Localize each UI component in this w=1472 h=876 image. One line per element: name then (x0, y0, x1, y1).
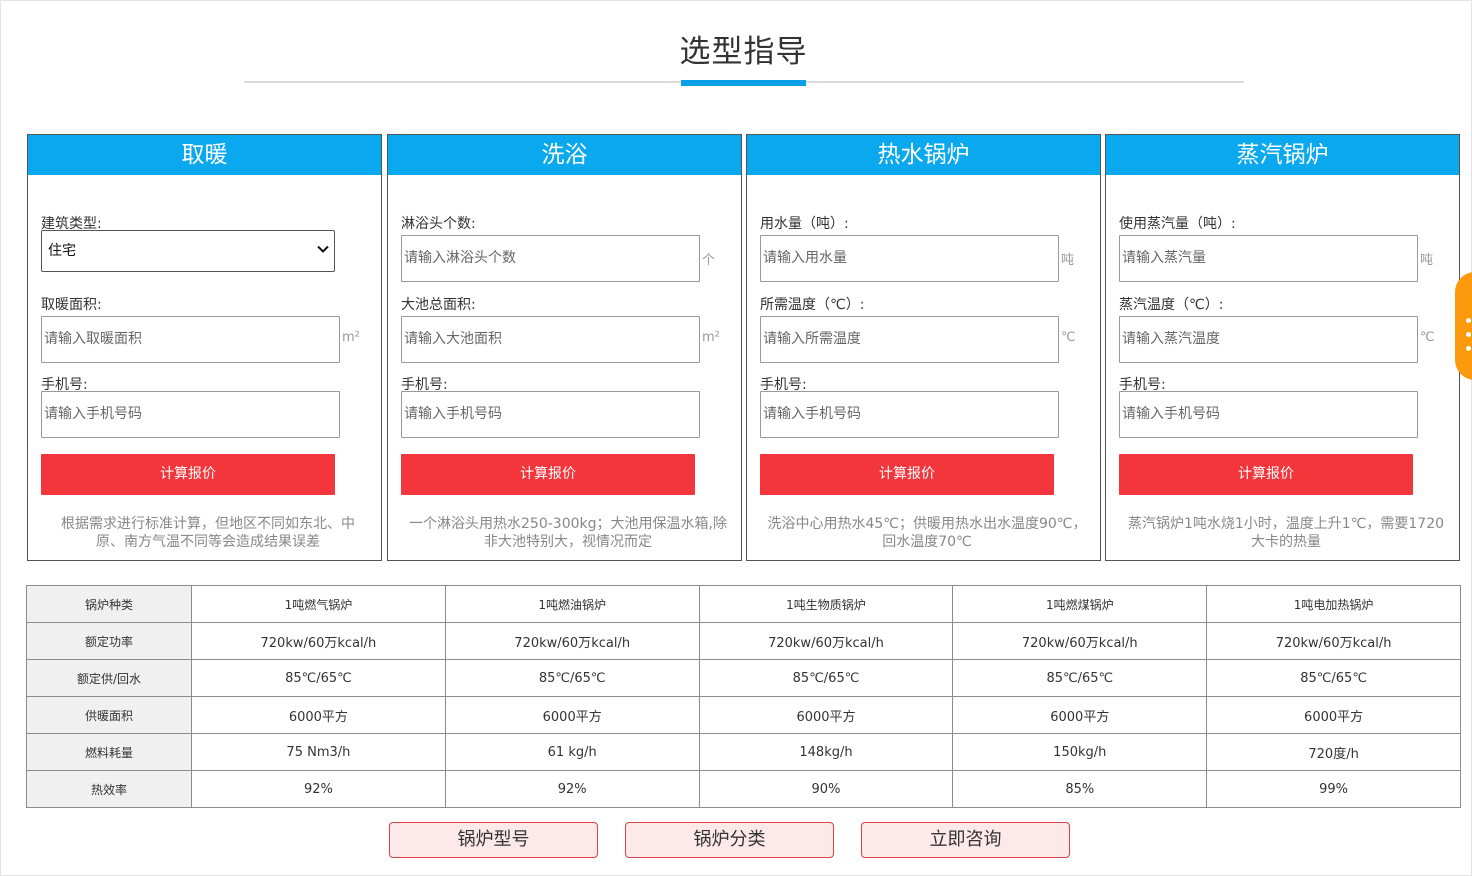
consult-now-button[interactable]: 立即咨询 (861, 822, 1070, 858)
boiler-categories-button[interactable]: 锅炉分类 (625, 822, 834, 858)
row-header: 额定供/回水 (26, 659, 192, 697)
pool-area-input[interactable]: 请输入大池面积 (401, 316, 700, 363)
heating-area-input[interactable]: 请输入取暖面积 (41, 316, 340, 363)
table-cell: 85℃/65℃ (1206, 659, 1461, 697)
table-cell: 85℃/65℃ (952, 659, 1208, 697)
steam-volume-unit: 吨 (1420, 253, 1434, 268)
card-steam-boiler: 蒸汽锅炉 使用蒸汽量（吨）: 请输入蒸汽量 吨 蒸汽温度（℃）: 请输入蒸汽温度… (1105, 134, 1460, 561)
table-cell: 6000平方 (698, 696, 954, 734)
pool-area-label: 大池总面积: (401, 297, 476, 313)
steam-temp-unit: ℃ (1420, 330, 1435, 345)
floating-contact-widget[interactable] (1455, 272, 1472, 380)
required-temp-input[interactable]: 请输入所需温度 (760, 316, 1059, 363)
table-cell: 6000平方 (444, 696, 700, 734)
card-note: 一个淋浴头用热水250-300kg；大池用保温水箱,除非大池特别大，视情况而定 (409, 516, 727, 550)
steam-temp-label: 蒸汽温度（℃）: (1119, 297, 1224, 313)
table-row: 额定供/回水 85℃/65℃ 85℃/65℃ 85℃/65℃ 85℃/65℃ 8… (26, 659, 1461, 697)
card-note: 洗浴中心用热水45℃；供暖用热水出水温度90℃，回水温度70℃ (767, 516, 1087, 550)
table-cell: 720kw/60万kcal/h (191, 622, 446, 660)
phone-input[interactable]: 请输入手机号码 (41, 391, 340, 438)
table-cell: 720度/h (1206, 733, 1461, 771)
title-accent-bar (681, 80, 806, 86)
table-cell: 85℃/65℃ (444, 659, 700, 697)
card-header: 蒸汽锅炉 (1106, 135, 1459, 175)
card-header: 热水锅炉 (747, 135, 1100, 175)
table-cell: 1吨电加热锅炉 (1206, 585, 1461, 623)
table-cell: 6000平方 (191, 696, 446, 734)
steam-temp-input[interactable]: 请输入蒸汽温度 (1119, 316, 1418, 363)
table-cell: 99% (1206, 770, 1461, 808)
dot-icon (1466, 332, 1471, 337)
phone-input[interactable]: 请输入手机号码 (401, 391, 700, 438)
water-volume-label: 用水量（吨）: (760, 216, 849, 232)
table-cell: 75 Nm3/h (191, 733, 446, 771)
table-row: 锅炉种类 1吨燃气锅炉 1吨燃油锅炉 1吨生物质锅炉 1吨燃煤锅炉 1吨电加热锅… (26, 585, 1461, 623)
dot-icon (1466, 346, 1471, 351)
shower-count-unit: 个 (702, 253, 716, 268)
table-row: 供暖面积 6000平方 6000平方 6000平方 6000平方 6000平方 (26, 696, 1461, 734)
card-header: 洗浴 (388, 135, 741, 175)
row-header: 热效率 (26, 770, 192, 808)
table-cell: 92% (191, 770, 446, 808)
table-row: 燃料耗量 75 Nm3/h 61 kg/h 148kg/h 150kg/h 72… (26, 733, 1461, 771)
steam-volume-input[interactable]: 请输入蒸汽量 (1119, 235, 1418, 282)
table-cell: 61 kg/h (444, 733, 700, 771)
card-note: 蒸汽锅炉1吨水烧1小时，温度上升1℃，需要1720大卡的热量 (1127, 516, 1445, 550)
chevron-down-icon (317, 245, 329, 253)
table-row: 额定功率 720kw/60万kcal/h 720kw/60万kcal/h 720… (26, 622, 1461, 660)
required-temp-unit: ℃ (1061, 330, 1076, 345)
table-cell: 6000平方 (952, 696, 1208, 734)
shower-count-input[interactable]: 请输入淋浴头个数 (401, 235, 700, 282)
water-volume-input[interactable]: 请输入用水量 (760, 235, 1059, 282)
table-cell: 85℃/65℃ (698, 659, 954, 697)
card-header: 取暖 (28, 135, 381, 175)
table-cell: 720kw/60万kcal/h (1206, 622, 1461, 660)
heating-area-unit: m² (342, 330, 360, 345)
card-bathing: 洗浴 淋浴头个数: 请输入淋浴头个数 个 大池总面积: 请输入大池面积 m² 手… (387, 134, 742, 561)
water-volume-unit: 吨 (1061, 253, 1075, 268)
table-cell: 85% (952, 770, 1208, 808)
calculate-quote-button[interactable]: 计算报价 (760, 454, 1054, 495)
heating-area-label: 取暖面积: (41, 297, 102, 313)
card-note: 根据需求进行标准计算，但地区不同如东北、中原、南方气温不同等会造成结果误差 (61, 516, 355, 550)
card-hot-water-boiler: 热水锅炉 用水量（吨）: 请输入用水量 吨 所需温度（℃）: 请输入所需温度 ℃… (746, 134, 1101, 561)
table-cell: 1吨燃煤锅炉 (952, 585, 1208, 623)
table-cell: 1吨燃油锅炉 (444, 585, 700, 623)
card-heating: 取暖 建筑类型: 住宅 取暖面积: 请输入取暖面积 m² 手机号: 请输入手机号… (27, 134, 382, 561)
required-temp-label: 所需温度（℃）: (760, 297, 865, 313)
pool-area-unit: m² (702, 330, 720, 345)
table-cell: 92% (444, 770, 700, 808)
shower-count-label: 淋浴头个数: (401, 216, 476, 232)
dot-icon (1466, 318, 1471, 323)
table-cell: 720kw/60万kcal/h (952, 622, 1208, 660)
table-cell: 720kw/60万kcal/h (698, 622, 954, 660)
calculate-quote-button[interactable]: 计算报价 (401, 454, 695, 495)
row-header: 锅炉种类 (26, 585, 192, 623)
table-cell: 720kw/60万kcal/h (444, 622, 700, 660)
boiler-spec-table: 锅炉种类 1吨燃气锅炉 1吨燃油锅炉 1吨生物质锅炉 1吨燃煤锅炉 1吨电加热锅… (26, 585, 1461, 808)
phone-input[interactable]: 请输入手机号码 (760, 391, 1059, 438)
table-cell: 148kg/h (698, 733, 954, 771)
calculate-quote-button[interactable]: 计算报价 (1119, 454, 1413, 495)
table-row: 热效率 92% 92% 90% 85% 99% (26, 770, 1461, 808)
table-cell: 6000平方 (1206, 696, 1461, 734)
steam-volume-label: 使用蒸汽量（吨）: (1119, 216, 1236, 232)
row-header: 额定功率 (26, 622, 192, 660)
row-header: 供暖面积 (26, 696, 192, 734)
building-type-select[interactable]: 住宅 (41, 230, 335, 272)
page-title: 选型指导 (679, 34, 808, 70)
table-cell: 85℃/65℃ (191, 659, 446, 697)
table-cell: 90% (698, 770, 954, 808)
row-header: 燃料耗量 (26, 733, 192, 771)
table-cell: 1吨生物质锅炉 (698, 585, 954, 623)
table-cell: 150kg/h (952, 733, 1208, 771)
boiler-models-button[interactable]: 锅炉型号 (389, 822, 598, 858)
table-cell: 1吨燃气锅炉 (191, 585, 446, 623)
phone-input[interactable]: 请输入手机号码 (1119, 391, 1418, 438)
building-type-value: 住宅 (48, 243, 76, 259)
calculate-quote-button[interactable]: 计算报价 (41, 454, 335, 495)
